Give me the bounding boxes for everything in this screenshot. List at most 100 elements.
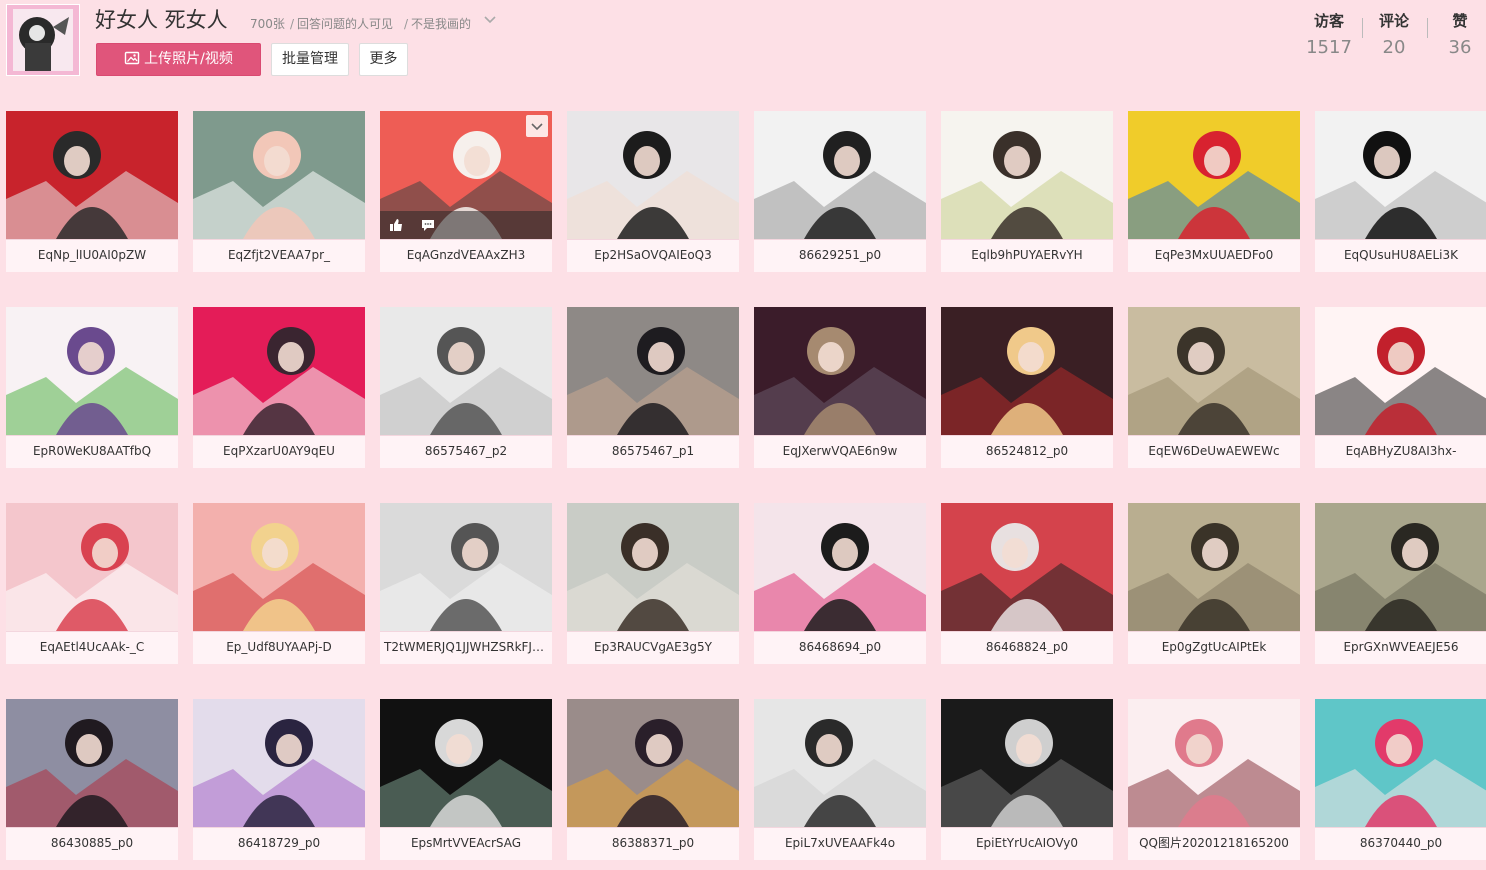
photo-thumbnail[interactable] (754, 699, 926, 827)
photo-thumbnail[interactable] (941, 111, 1113, 239)
photo-card[interactable]: EqABHyZU8AI3hx- (1315, 307, 1486, 468)
photo-card[interactable]: EpsMrtVVEAcrSAG (380, 699, 552, 860)
photo-thumbnail[interactable] (941, 503, 1113, 631)
photo-thumbnail[interactable] (1128, 699, 1300, 827)
photo-caption[interactable]: 86468694_p0 (754, 631, 926, 664)
comments-stat[interactable]: 评论 20 (1364, 10, 1424, 58)
photo-caption[interactable]: Ep0gZgtUcAIPtEk (1128, 631, 1300, 664)
photo-thumbnail[interactable] (380, 699, 552, 827)
photo-caption[interactable]: Eqlb9hPUYAERvYH (941, 239, 1113, 272)
photo-caption[interactable]: EqJXerwVQAE6n9w (754, 435, 926, 468)
photo-card[interactable]: 86418729_p0 (193, 699, 365, 860)
photo-caption[interactable]: EqAEtl4UcAAk-_C (6, 631, 178, 664)
photo-thumbnail[interactable] (1315, 699, 1486, 827)
photo-caption[interactable]: EqPXzarU0AY9qEU (193, 435, 365, 468)
photo-caption[interactable]: EpiEtYrUcAIOVy0 (941, 827, 1113, 860)
photo-caption[interactable]: EpR0WeKU8AATfbQ (6, 435, 178, 468)
photo-caption[interactable]: 86575467_p1 (567, 435, 739, 468)
photo-thumbnail[interactable] (754, 111, 926, 239)
photo-card[interactable]: EqQUsuHU8AELi3K (1315, 111, 1486, 272)
photo-card[interactable]: EqPe3MxUUAEDFo0 (1128, 111, 1300, 272)
photo-card[interactable]: Ep3RAUCVgAE3g5Y (567, 503, 739, 664)
photo-options-dropdown[interactable] (526, 115, 548, 137)
batch-manage-button[interactable]: 批量管理 (271, 43, 349, 76)
photo-thumbnail[interactable] (6, 503, 178, 631)
photo-card[interactable]: EqAEtl4UcAAk-_C (6, 503, 178, 664)
photo-card[interactable]: 86524812_p0 (941, 307, 1113, 468)
photo-card[interactable]: EpR0WeKU8AATfbQ (6, 307, 178, 468)
photo-thumbnail[interactable] (193, 111, 365, 239)
photo-thumbnail[interactable] (941, 699, 1113, 827)
photo-card[interactable]: Ep_Udf8UYAAPj-D (193, 503, 365, 664)
photo-caption[interactable]: EqEW6DeUwAEWEWc (1128, 435, 1300, 468)
photo-caption[interactable]: Ep_Udf8UYAAPj-D (193, 631, 365, 664)
photo-card[interactable]: 86388371_p0 (567, 699, 739, 860)
more-button[interactable]: 更多 (359, 43, 408, 76)
photo-caption[interactable]: EqZfjt2VEAA7pr_ (193, 239, 365, 272)
likes-stat[interactable]: 赞 36 (1430, 10, 1486, 58)
photo-caption[interactable]: 86524812_p0 (941, 435, 1113, 468)
photo-card[interactable]: EqNp_lIU0AI0pZW (6, 111, 178, 272)
photo-card[interactable]: EpiEtYrUcAIOVy0 (941, 699, 1113, 860)
photo-caption[interactable]: 86575467_p2 (380, 435, 552, 468)
photo-thumbnail[interactable] (567, 699, 739, 827)
visitors-stat[interactable]: 访客 1517 (1299, 10, 1359, 58)
photo-thumbnail[interactable] (6, 307, 178, 435)
photo-card[interactable]: QQ图片20201218165200 (1128, 699, 1300, 860)
photo-caption[interactable]: 86629251_p0 (754, 239, 926, 272)
photo-caption[interactable]: Ep3RAUCVgAE3g5Y (567, 631, 739, 664)
photo-card[interactable]: 86468824_p0 (941, 503, 1113, 664)
photo-thumbnail[interactable] (193, 503, 365, 631)
photo-thumbnail[interactable] (941, 307, 1113, 435)
photo-caption[interactable]: 86468824_p0 (941, 631, 1113, 664)
photo-thumbnail[interactable] (1315, 503, 1486, 631)
photo-card[interactable]: EqAGnzdVEAAxZH3 (380, 111, 552, 272)
album-description[interactable]: / 不是我画的 (404, 15, 471, 32)
photo-caption[interactable]: 86418729_p0 (193, 827, 365, 860)
photo-caption[interactable]: EqQUsuHU8AELi3K (1315, 239, 1486, 272)
photo-thumbnail[interactable] (6, 699, 178, 827)
photo-card[interactable]: Ep2HSaOVQAIEoQ3 (567, 111, 739, 272)
photo-thumbnail[interactable] (1315, 307, 1486, 435)
photo-thumbnail[interactable] (6, 111, 178, 239)
photo-thumbnail[interactable] (380, 503, 552, 631)
photo-caption[interactable]: T2tWMERJQ1JJWHZSRkFJUTFFUlFVcw (380, 631, 552, 664)
photo-caption[interactable]: QQ图片20201218165200 (1128, 827, 1300, 860)
like-icon[interactable] (388, 217, 404, 233)
photo-card[interactable]: EqEW6DeUwAEWEWc (1128, 307, 1300, 468)
photo-thumbnail[interactable] (754, 503, 926, 631)
photo-caption[interactable]: Ep2HSaOVQAIEoQ3 (567, 239, 739, 272)
album-cover[interactable] (6, 4, 80, 76)
photo-caption[interactable]: 86388371_p0 (567, 827, 739, 860)
photo-card[interactable]: EprGXnWVEAEJE56 (1315, 503, 1486, 664)
photo-card[interactable]: 86430885_p0 (6, 699, 178, 860)
photo-thumbnail[interactable] (754, 307, 926, 435)
photo-thumbnail[interactable] (567, 307, 739, 435)
photo-card[interactable]: 86575467_p2 (380, 307, 552, 468)
photo-caption[interactable]: EqNp_lIU0AI0pZW (6, 239, 178, 272)
photo-card[interactable]: 86629251_p0 (754, 111, 926, 272)
photo-caption[interactable]: EqAGnzdVEAAxZH3 (380, 239, 552, 272)
album-permission[interactable]: / 回答问题的人可见 (290, 15, 393, 32)
photo-thumbnail[interactable] (380, 111, 552, 239)
photo-caption[interactable]: EqABHyZU8AI3hx- (1315, 435, 1486, 468)
photo-thumbnail[interactable] (1128, 503, 1300, 631)
comment-icon[interactable] (420, 217, 436, 233)
photo-caption[interactable]: EqPe3MxUUAEDFo0 (1128, 239, 1300, 272)
photo-caption[interactable]: EpiL7xUVEAAFk4o (754, 827, 926, 860)
photo-thumbnail[interactable] (567, 503, 739, 631)
photo-thumbnail[interactable] (567, 111, 739, 239)
photo-card[interactable]: EqJXerwVQAE6n9w (754, 307, 926, 468)
photo-caption[interactable]: EpsMrtVVEAcrSAG (380, 827, 552, 860)
photo-card[interactable]: 86370440_p0 (1315, 699, 1486, 860)
photo-thumbnail[interactable] (1128, 307, 1300, 435)
photo-caption[interactable]: 86430885_p0 (6, 827, 178, 860)
photo-card[interactable]: EpiL7xUVEAAFk4o (754, 699, 926, 860)
photo-card[interactable]: T2tWMERJQ1JJWHZSRkFJUTFFUlFVcw (380, 503, 552, 664)
photo-thumbnail[interactable] (1315, 111, 1486, 239)
photo-thumbnail[interactable] (1128, 111, 1300, 239)
photo-thumbnail[interactable] (193, 699, 365, 827)
photo-thumbnail[interactable] (380, 307, 552, 435)
photo-card[interactable]: Ep0gZgtUcAIPtEk (1128, 503, 1300, 664)
photo-caption[interactable]: 86370440_p0 (1315, 827, 1486, 860)
